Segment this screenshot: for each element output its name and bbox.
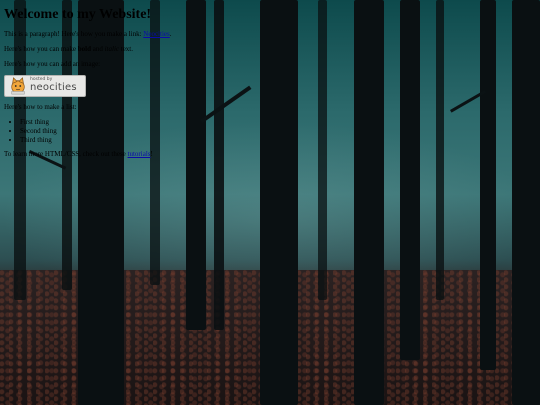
bold-text: bold <box>77 45 91 54</box>
list-intro: Here's how to make a list: <box>4 103 77 112</box>
badge-wordmark: neocities <box>30 81 77 93</box>
italic-text: italic <box>104 45 119 54</box>
neocities-link[interactable]: Neocities <box>143 30 169 38</box>
list-item: Second thing <box>20 127 536 136</box>
example-list: First thing Second thing Third thing <box>4 118 536 144</box>
intro-paragraph: This is a paragraph! Here's how you make… <box>4 30 172 39</box>
learn-more-paragraph: To learn more HTML/CSS, check out these … <box>4 150 153 159</box>
tutorials-link[interactable]: tutorials <box>128 150 151 158</box>
page-content: Welcome to my Website! This is a paragra… <box>0 0 540 165</box>
list-item: First thing <box>20 118 536 127</box>
hosted-by-neocities-badge: hosted by neocities <box>4 74 86 97</box>
formatting-paragraph: Here's how you can make bold and italic … <box>4 45 133 54</box>
list-item: Third thing <box>20 136 536 145</box>
page-title: Welcome to my Website! <box>4 7 152 22</box>
cat-icon <box>11 76 25 94</box>
image-paragraph: Here's how you can add an image: <box>4 59 101 68</box>
